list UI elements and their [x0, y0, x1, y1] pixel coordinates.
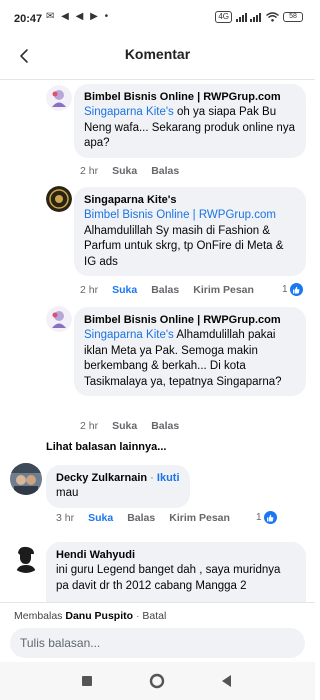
home-icon[interactable]	[148, 672, 166, 690]
system-nav-bar	[0, 662, 315, 700]
signal-icon	[236, 13, 261, 22]
more-replies-link[interactable]: Lihat balasan lainnya...	[46, 441, 166, 453]
reply-composer: Membalas Danu Puspito · Batal	[0, 602, 315, 662]
follow-button[interactable]: Ikuti	[157, 472, 180, 484]
comment-time: 3 hr	[56, 512, 75, 524]
replying-prefix: Membalas	[14, 610, 63, 622]
comment-actions: 2 hr Suka Balas	[80, 420, 179, 432]
network-type-icon: 4G	[215, 11, 232, 23]
comment-text: Bimbel Bisnis Online | RWPGrup.com Alham…	[84, 208, 296, 270]
like-button[interactable]: Suka	[88, 512, 113, 524]
comment-text: Singaparna Kite's oh ya siapa Pak Bu Nen…	[84, 105, 296, 152]
comment-bubble[interactable]: Singaparna Kite's Bimbel Bisnis Online |…	[74, 187, 306, 276]
cancel-reply-button[interactable]: Batal	[142, 610, 166, 622]
reply-input[interactable]	[10, 628, 305, 658]
send-message-button[interactable]: Kirim Pesan	[169, 512, 230, 524]
comment-actions: 2 hr Suka Balas	[80, 165, 179, 177]
comment-time: 2 hr	[80, 420, 99, 432]
avatar[interactable]	[10, 541, 42, 573]
reaction-count[interactable]: 1	[256, 511, 277, 524]
user-photo-icon	[10, 463, 42, 495]
reply-target-name: Danu Puspito	[65, 610, 134, 622]
status-bar: 20:47 ✉ ◀ ◀ ▶ • 4G 58	[0, 0, 315, 36]
comment-bubble[interactable]: Bimbel Bisnis Online | RWPGrup.com Singa…	[74, 307, 306, 396]
avatar[interactable]	[10, 463, 42, 495]
reply-button[interactable]: Balas	[151, 165, 179, 177]
reply-button[interactable]: Balas	[151, 284, 179, 296]
wifi-icon	[266, 12, 279, 22]
like-button[interactable]: Suka	[112, 165, 137, 177]
like-button[interactable]: Suka	[112, 420, 137, 432]
back-icon[interactable]	[218, 672, 236, 690]
mention-link[interactable]: Singaparna Kite's	[84, 106, 174, 118]
comment-bubble[interactable]: Bimbel Bisnis Online | RWPGrup.com Singa…	[74, 84, 306, 158]
comment-author[interactable]: Bimbel Bisnis Online | RWPGrup.com	[84, 313, 296, 328]
reaction-count[interactable]: 1	[282, 283, 303, 296]
app-header: Komentar	[0, 36, 315, 76]
comment-author[interactable]: Hendi Wahyudi	[56, 548, 296, 563]
send-message-button[interactable]: Kirim Pesan	[193, 284, 254, 296]
reaction-number: 1	[282, 284, 288, 295]
notification-icons: ✉ ◀ ◀ ▶ •	[46, 11, 111, 22]
mention-link[interactable]: Singaparna Kite's	[84, 329, 174, 341]
comments-list[interactable]: Bimbel Bisnis Online | RWPGrup.com Singa…	[0, 80, 315, 602]
thumbs-up-icon	[263, 511, 277, 524]
singaparna-logo-icon	[46, 186, 72, 212]
rwp-logo-icon	[46, 85, 72, 111]
reaction-number: 1	[256, 512, 262, 523]
comment-author[interactable]: Singaparna Kite's	[84, 193, 296, 208]
silhouette-avatar-icon	[10, 541, 42, 573]
reply-button[interactable]: Balas	[127, 512, 155, 524]
page-title: Komentar	[124, 46, 191, 62]
comment-actions: 3 hr Suka Balas Kirim Pesan	[56, 512, 230, 524]
battery-icon: 58	[283, 12, 303, 22]
comment-text: mau	[56, 487, 79, 499]
author-name[interactable]: Decky Zulkarnain	[56, 472, 147, 484]
replying-to: Membalas Danu Puspito · Batal	[14, 610, 167, 622]
comment-text: Singaparna Kite's Alhamdulillah pakai ik…	[84, 328, 296, 390]
comment-body: Alhamdulillah Sy masih di Fashion & Parf…	[84, 224, 284, 268]
avatar[interactable]	[46, 186, 72, 212]
status-right: 4G 58	[215, 11, 303, 23]
comment-time: 2 hr	[80, 284, 99, 296]
recent-apps-icon[interactable]	[78, 672, 96, 690]
like-button[interactable]: Suka	[112, 284, 137, 296]
reply-button[interactable]: Balas	[151, 420, 179, 432]
comment-bubble[interactable]: Hendi Wahyudi ini guru Legend banget dah…	[46, 542, 306, 602]
mention-link[interactable]: Bimbel Bisnis Online | RWPGrup.com	[84, 209, 276, 221]
comment-author[interactable]: Bimbel Bisnis Online | RWPGrup.com	[84, 90, 296, 105]
avatar[interactable]	[46, 85, 72, 111]
thumbs-up-icon	[289, 283, 303, 296]
comment-bubble[interactable]: Decky Zulkarnain · Ikuti mau	[46, 465, 190, 508]
status-time: 20:47	[14, 13, 43, 25]
comment-actions: 2 hr Suka Balas Kirim Pesan	[80, 284, 254, 296]
comment-text: ini guru Legend banget dah , saya muridn…	[56, 564, 281, 592]
rwp-logo-icon	[46, 306, 72, 332]
comment-time: 2 hr	[80, 165, 99, 177]
comment-author: Decky Zulkarnain · Ikuti	[56, 472, 180, 484]
avatar[interactable]	[46, 306, 72, 332]
